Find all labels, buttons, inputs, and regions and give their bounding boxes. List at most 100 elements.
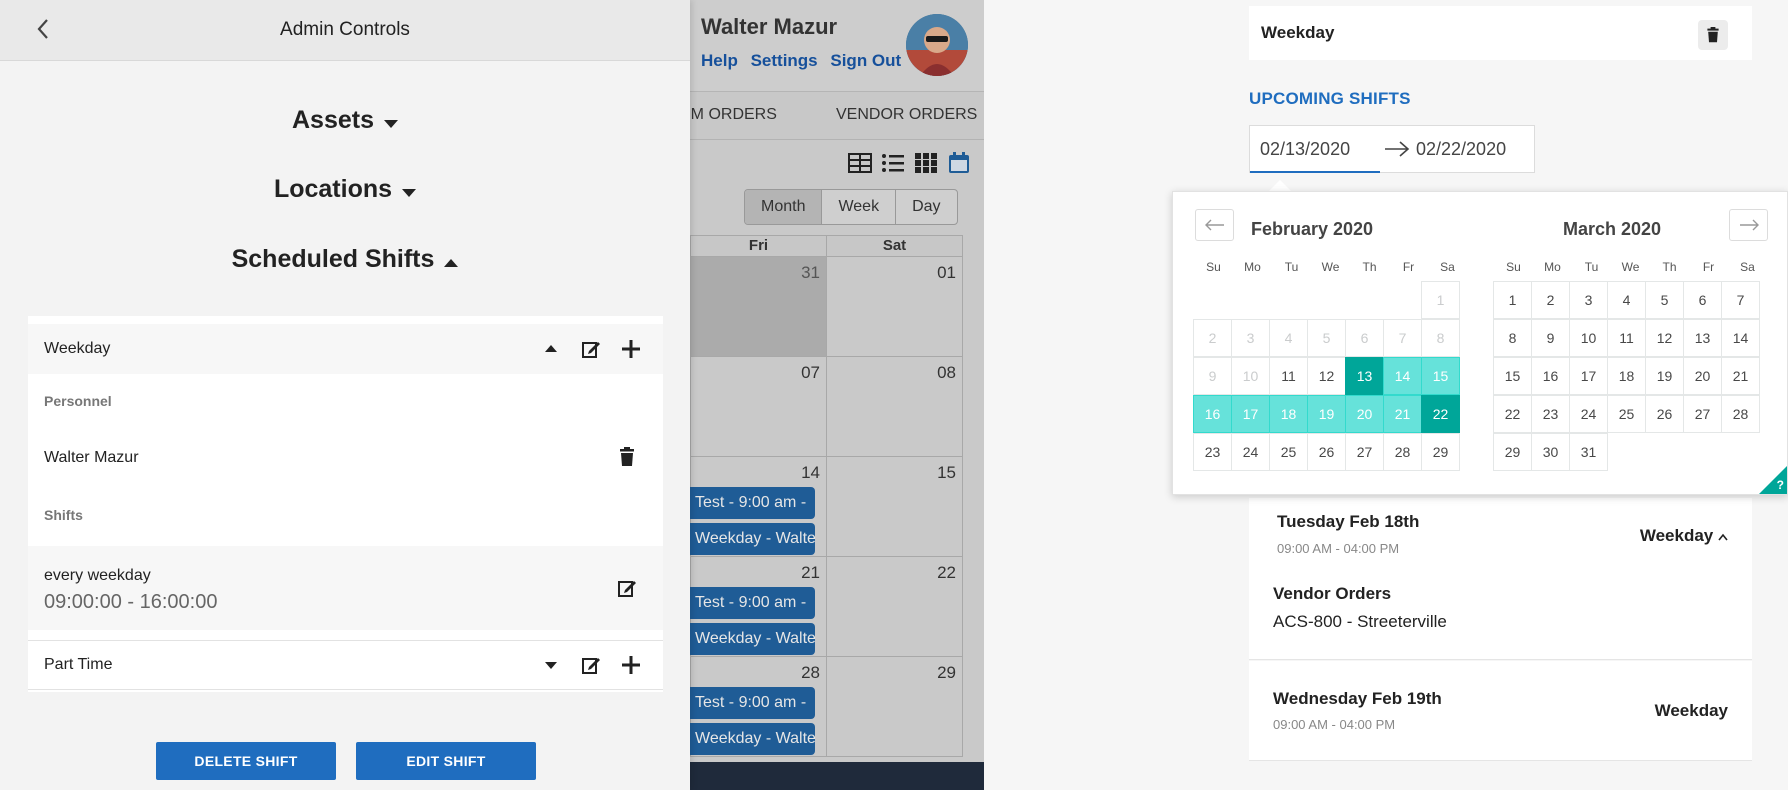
calendar-day[interactable]: 9: [1531, 319, 1570, 357]
edit-icon[interactable]: [581, 339, 601, 359]
calendar-day[interactable]: 25: [1607, 395, 1646, 433]
calendar-day[interactable]: 29: [827, 657, 963, 756]
section-locations[interactable]: Locations: [0, 175, 690, 205]
calendar-event[interactable]: Test - 9:00 am -: [685, 587, 815, 619]
calendar-day[interactable]: 25: [1269, 433, 1308, 471]
calendar-day[interactable]: 14: [1383, 357, 1422, 395]
calendar-day[interactable]: 19: [1645, 357, 1684, 395]
calendar-day[interactable]: 16: [1531, 357, 1570, 395]
delete-shift-icon-button[interactable]: [1698, 20, 1728, 50]
calendar-day[interactable]: 4: [1607, 281, 1646, 319]
calendar-day[interactable]: 10: [1569, 319, 1608, 357]
calendar-day[interactable]: 15: [1421, 357, 1460, 395]
settings-link[interactable]: Settings: [751, 51, 818, 70]
grid-view-icon[interactable]: [914, 152, 938, 174]
list-item[interactable]: Wednesday Feb 19th 09:00 AM - 04:00 PM W…: [1249, 661, 1752, 761]
calendar-day[interactable]: 08: [827, 357, 963, 456]
list-item[interactable]: Tuesday Feb 18th 09:00 AM - 04:00 PM Wee…: [1249, 498, 1752, 660]
calendar-event[interactable]: Test - 9:00 am -: [685, 687, 815, 719]
calendar-day[interactable]: 29: [1421, 433, 1460, 471]
end-date-input[interactable]: 02/22/2020: [1416, 139, 1506, 160]
delete-shift-button[interactable]: DELETE SHIFT: [156, 742, 336, 780]
calendar-day[interactable]: 24: [1231, 433, 1270, 471]
calendar-day[interactable]: 1: [1493, 281, 1532, 319]
week-button[interactable]: Week: [822, 190, 897, 224]
calendar-day[interactable]: 26: [1645, 395, 1684, 433]
section-scheduled-shifts[interactable]: Scheduled Shifts: [0, 245, 690, 275]
calendar-day[interactable]: 18: [1269, 395, 1308, 433]
sign-out-link[interactable]: Sign Out: [830, 51, 901, 70]
calendar-day[interactable]: 8: [1493, 319, 1532, 357]
collapse-caret-icon[interactable]: [541, 339, 561, 359]
calendar-day[interactable]: 5: [1645, 281, 1684, 319]
calendar-day[interactable]: 21: [1721, 357, 1760, 395]
day-button[interactable]: Day: [896, 190, 956, 224]
vendor-order-value[interactable]: ACS-800 - Streeterville: [1273, 612, 1447, 632]
calendar-day[interactable]: 21: [1383, 395, 1422, 433]
help-link[interactable]: Help: [701, 51, 738, 70]
calendar-day[interactable]: 12: [1645, 319, 1684, 357]
tab-pm-orders[interactable]: PM ORDERS: [680, 106, 777, 124]
calendar-day[interactable]: 15: [1493, 357, 1532, 395]
calendar-day[interactable]: 17: [1569, 357, 1608, 395]
edit-icon[interactable]: [617, 578, 637, 598]
section-assets[interactable]: Assets: [0, 106, 690, 136]
calendar-day[interactable]: 17: [1231, 395, 1270, 433]
avatar[interactable]: [906, 14, 968, 76]
calendar-day[interactable]: 20: [1345, 395, 1384, 433]
shift-header-weekday[interactable]: Weekday: [28, 324, 663, 374]
calendar-day[interactable]: 22: [1493, 395, 1532, 433]
calendar-day[interactable]: 14: [1721, 319, 1760, 357]
calendar-day[interactable]: 26: [1307, 433, 1346, 471]
calendar-day[interactable]: 21 Test - 9:00 am - Weekday - Walter: [685, 557, 827, 656]
calendar-day[interactable]: 31: [1569, 433, 1608, 471]
calendar-day[interactable]: 28 Test - 9:00 am - Weekday - Walter: [685, 657, 827, 756]
calendar-day[interactable]: 16: [1193, 395, 1232, 433]
calendar-day[interactable]: 31: [691, 257, 827, 356]
calendar-day[interactable]: 13: [1683, 319, 1722, 357]
calendar-day[interactable]: 2: [1531, 281, 1570, 319]
calendar-day[interactable]: 15: [827, 457, 963, 556]
calendar-event[interactable]: Test - 9:00 am -: [685, 487, 815, 519]
calendar-day[interactable]: 24: [1569, 395, 1608, 433]
calendar-day[interactable]: 6: [1683, 281, 1722, 319]
calendar-day[interactable]: 13: [1345, 357, 1384, 395]
calendar-event[interactable]: Weekday - Walter: [685, 523, 815, 555]
calendar-day[interactable]: 11: [1607, 319, 1646, 357]
calendar-day[interactable]: 23: [1193, 433, 1232, 471]
edit-icon[interactable]: [581, 655, 601, 675]
calendar-day[interactable]: 12: [1307, 357, 1346, 395]
calendar-day[interactable]: 28: [1383, 433, 1422, 471]
calendar-day[interactable]: 07: [691, 357, 827, 456]
expand-caret-icon[interactable]: [541, 655, 561, 675]
calendar-view-icon[interactable]: [947, 152, 971, 174]
list-view-icon[interactable]: [881, 152, 905, 174]
calendar-day[interactable]: 23: [1531, 395, 1570, 433]
calendar-day[interactable]: 20: [1683, 357, 1722, 395]
calendar-day[interactable]: 27: [1683, 395, 1722, 433]
calendar-day[interactable]: 19: [1307, 395, 1346, 433]
calendar-day[interactable]: 01: [827, 257, 963, 356]
calendar-day[interactable]: 22: [827, 557, 963, 656]
calendar-day[interactable]: 30: [1531, 433, 1570, 471]
month-button[interactable]: Month: [745, 190, 823, 224]
calendar-day[interactable]: 29: [1493, 433, 1532, 471]
calendar-day[interactable]: 27: [1345, 433, 1384, 471]
calendar-day[interactable]: 11: [1269, 357, 1308, 395]
add-icon[interactable]: [621, 339, 641, 359]
calendar-event[interactable]: Weekday - Walter: [685, 623, 815, 655]
shift-type-toggle[interactable]: Weekday: [1640, 526, 1728, 546]
calendar-event[interactable]: Weekday - Walter: [685, 723, 815, 755]
calendar-day[interactable]: 22: [1421, 395, 1460, 433]
edit-shift-button[interactable]: EDIT SHIFT: [356, 742, 536, 780]
start-date-input[interactable]: 02/13/2020: [1260, 139, 1350, 160]
calendar-day[interactable]: 7: [1721, 281, 1760, 319]
calendar-day[interactable]: 18: [1607, 357, 1646, 395]
shift-header-part-time[interactable]: Part Time: [28, 640, 663, 690]
calendar-day[interactable]: 3: [1569, 281, 1608, 319]
calendar-day[interactable]: 14 Test - 9:00 am - Weekday - Walter: [685, 457, 827, 556]
trash-icon[interactable]: [617, 447, 637, 467]
calendar-day[interactable]: 28: [1721, 395, 1760, 433]
table-view-icon[interactable]: [848, 152, 872, 174]
tab-vendor-orders[interactable]: VENDOR ORDERS: [836, 106, 977, 124]
